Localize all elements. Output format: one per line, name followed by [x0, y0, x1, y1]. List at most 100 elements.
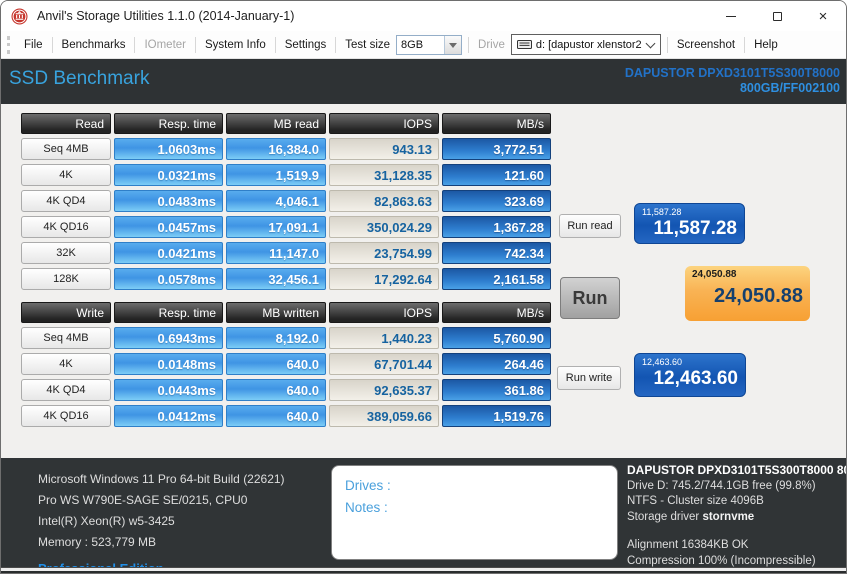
app-icon — [11, 8, 28, 24]
run-write-button[interactable]: Run write — [557, 366, 621, 390]
iops-cell: 943.13 — [329, 138, 439, 160]
row-label-button[interactable]: 4K QD4 — [21, 190, 111, 212]
write-score-box: 12,463.60 12,463.60 — [634, 353, 746, 397]
run-button[interactable]: Run — [560, 277, 620, 319]
mb-read-cell: 1,519.9 — [226, 164, 326, 186]
storage-driver-label: Storage driver — [627, 510, 703, 523]
window-border — [1, 571, 846, 573]
notes-label: Notes : — [345, 500, 388, 515]
menu-bar: File Benchmarks IOmeter System Info Sett… — [1, 31, 846, 59]
resp-time-cell: 0.0321ms — [114, 164, 223, 186]
memory-line: Memory : 523,779 MB — [38, 535, 157, 549]
os-line: Microsoft Windows 11 Pro 64-bit Build (2… — [38, 472, 285, 486]
row-label-button[interactable]: 128K — [21, 268, 111, 290]
mbs-cell: 5,760.90 — [442, 327, 551, 349]
row-label-button[interactable]: Seq 4MB — [21, 138, 111, 160]
cpu-line: Intel(R) Xeon(R) w5-3425 — [38, 514, 175, 528]
read-score-box: 11,587.28 11,587.28 — [634, 203, 745, 244]
drive-model-title: DAPUSTOR DPXD3101T5S300T8000 800 — [627, 463, 847, 477]
column-header: Resp. time — [114, 113, 223, 134]
menu-benchmarks[interactable]: Benchmarks — [53, 31, 135, 59]
row-label-button[interactable]: 4K QD16 — [21, 216, 111, 238]
mbs-cell: 361.86 — [442, 379, 551, 401]
menu-file[interactable]: File — [15, 31, 52, 59]
test-size-value: 8GB — [401, 38, 424, 51]
total-score-small: 24,050.88 — [692, 269, 737, 280]
app-window: Anvil's Storage Utilities 1.1.0 (2014-Ja… — [0, 0, 847, 574]
device-name: DAPUSTOR DPXD3101T5S300T8000 800GB/FF002… — [625, 66, 840, 104]
iops-cell: 350,024.29 — [329, 216, 439, 238]
maximize-button[interactable] — [754, 1, 800, 31]
drives-notes-box[interactable]: Drives : Notes : — [331, 465, 618, 560]
column-header: MB written — [226, 302, 326, 323]
mb-written-cell: 8,192.0 — [226, 327, 326, 349]
device-capacity-firmware: 800GB/FF002100 — [739, 81, 840, 95]
mb-written-cell: 640.0 — [226, 353, 326, 375]
read-results-table: Read Resp. time MB read IOPS MB/s Seq 4M… — [21, 113, 551, 290]
test-size-label: Test size — [345, 38, 391, 51]
mb-written-cell: 640.0 — [226, 405, 326, 427]
mbs-cell: 2,161.58 — [442, 268, 551, 290]
window-title: Anvil's Storage Utilities 1.1.0 (2014-Ja… — [37, 9, 295, 23]
iops-cell: 389,059.66 — [329, 405, 439, 427]
mbs-cell: 323.69 — [442, 190, 551, 212]
iops-cell: 82,863.63 — [329, 190, 439, 212]
column-header: MB/s — [442, 302, 551, 323]
drive-filesystem: NTFS - Cluster size 4096B — [627, 495, 764, 507]
total-score-box: 24,050.88 24,050.88 — [685, 266, 810, 321]
write-score-value: 12,463.60 — [653, 368, 738, 389]
resp-time-cell: 0.6943ms — [114, 327, 223, 349]
drive-select[interactable]: d: [dapustor xlenstor2 — [510, 34, 661, 55]
run-read-button[interactable]: Run read — [559, 214, 621, 238]
resp-time-cell: 0.0443ms — [114, 379, 223, 401]
column-header: Write — [21, 302, 111, 323]
resp-time-cell: 1.0603ms — [114, 138, 223, 160]
resp-time-cell: 0.0421ms — [114, 242, 223, 264]
column-header: Resp. time — [114, 302, 223, 323]
iops-cell: 17,292.64 — [329, 268, 439, 290]
close-icon: × — [818, 7, 828, 25]
column-header: MB/s — [442, 113, 551, 134]
minimize-icon — [726, 15, 736, 17]
test-size-select[interactable]: 8GB — [396, 34, 463, 55]
iops-cell: 67,701.44 — [329, 353, 439, 375]
iops-cell: 31,128.35 — [329, 164, 439, 186]
chevron-down-icon — [645, 38, 656, 48]
toolbar-grip — [7, 35, 10, 54]
read-score-value: 11,587.28 — [653, 218, 737, 239]
menu-settings[interactable]: Settings — [276, 31, 336, 59]
row-label-button[interactable]: 4K — [21, 353, 111, 375]
mbs-cell: 3,772.51 — [442, 138, 551, 160]
iops-cell: 92,635.37 — [329, 379, 439, 401]
device-model: DAPUSTOR DPXD3101T5S300T8000 — [624, 66, 840, 80]
menu-screenshot[interactable]: Screenshot — [668, 31, 744, 59]
mb-read-cell: 11,147.0 — [226, 242, 326, 264]
iops-cell: 1,440.23 — [329, 327, 439, 349]
row-label-button[interactable]: Seq 4MB — [21, 327, 111, 349]
close-button[interactable]: × — [800, 1, 846, 31]
read-score-small: 11,587.28 — [642, 207, 682, 217]
row-label-button[interactable]: 4K QD4 — [21, 379, 111, 401]
resp-time-cell: 0.0412ms — [114, 405, 223, 427]
info-panel: Microsoft Windows 11 Pro 64-bit Build (2… — [1, 458, 847, 573]
dropdown-arrow-button[interactable] — [444, 35, 462, 54]
row-label-button[interactable]: 32K — [21, 242, 111, 264]
motherboard-line: Pro WS W790E-SAGE SE/0215, CPU0 — [38, 493, 248, 507]
menu-iometer: IOmeter — [144, 38, 186, 51]
resp-time-cell: 0.0578ms — [114, 268, 223, 290]
mbs-cell: 1,519.76 — [442, 405, 551, 427]
mb-read-cell: 32,456.1 — [226, 268, 326, 290]
minimize-button[interactable] — [708, 1, 754, 31]
column-header: MB read — [226, 113, 326, 134]
menu-help[interactable]: Help — [745, 31, 787, 59]
drive-free-space: Drive D: 745.2/744.1GB free (99.8%) — [627, 479, 816, 492]
row-label-button[interactable]: 4K QD16 — [21, 405, 111, 427]
storage-driver-value: stornvme — [702, 510, 755, 523]
row-label-button[interactable]: 4K — [21, 164, 111, 186]
menu-system-info[interactable]: System Info — [196, 31, 275, 59]
mb-read-cell: 4,046.1 — [226, 190, 326, 212]
benchmark-header: SSD Benchmark DAPUSTOR DPXD3101T5S300T80… — [1, 59, 846, 104]
page-title: SSD Benchmark — [9, 68, 150, 89]
write-score-small: 12,463.60 — [642, 357, 683, 367]
